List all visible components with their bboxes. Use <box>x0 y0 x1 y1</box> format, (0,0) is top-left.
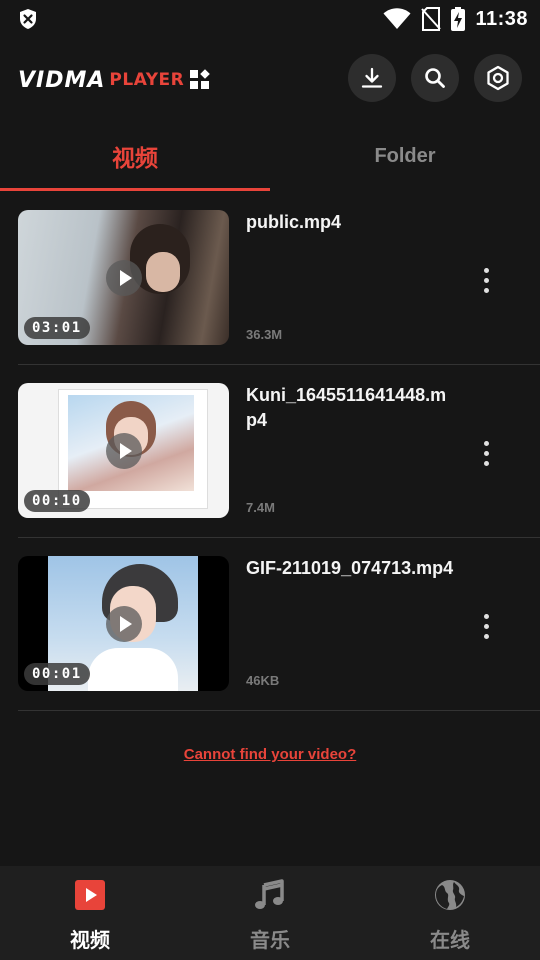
more-vert-icon <box>483 440 489 446</box>
video-thumbnail[interactable]: 00:01 <box>18 556 229 691</box>
video-item[interactable]: 00:01 GIF-211019_074713.mp4 46KB <box>0 538 540 711</box>
globe-icon <box>435 880 465 910</box>
status-bar: 11:38 <box>0 0 540 36</box>
video-thumbnail[interactable]: 03:01 <box>18 210 229 345</box>
app-logo: VIDMA PLAYER <box>18 66 211 94</box>
no-sim-icon <box>421 7 442 31</box>
download-icon <box>361 67 383 88</box>
play-icon <box>105 259 142 296</box>
video-title: Kuni_1645511641448.mp4 <box>246 385 447 430</box>
wifi-icon <box>383 8 411 29</box>
more-options-button[interactable] <box>470 433 502 473</box>
tab-bar: 视频 Folder <box>0 126 540 192</box>
search-button[interactable] <box>411 54 459 102</box>
search-icon <box>425 68 445 88</box>
video-item[interactable]: 03:01 public.mp4 36.3M <box>0 192 540 365</box>
status-time: 11:38 <box>475 7 528 30</box>
nav-item-videos[interactable]: 视频 <box>0 866 180 960</box>
video-play-icon <box>75 880 105 910</box>
cannot-find-video-link[interactable]: Cannot find your video? <box>0 746 540 763</box>
music-note-icon <box>255 879 284 909</box>
logo-sub-text: PLAYER <box>109 70 185 90</box>
download-button[interactable] <box>348 54 396 102</box>
app-bar: VIDMA PLAYER <box>0 50 540 110</box>
bottom-nav: 视频 音乐 在线 <box>0 866 540 960</box>
nav-item-online[interactable]: 在线 <box>360 866 540 960</box>
nav-item-music[interactable]: 音乐 <box>180 866 360 960</box>
more-options-button[interactable] <box>470 606 502 646</box>
nav-label-online: 在线 <box>430 930 470 952</box>
video-duration: 00:10 <box>24 490 90 512</box>
more-options-button[interactable] <box>470 260 502 300</box>
play-icon <box>105 432 142 469</box>
video-duration: 00:01 <box>24 663 90 685</box>
divider <box>18 710 540 711</box>
video-thumbnail[interactable]: 00:10 <box>18 383 229 518</box>
video-duration: 03:01 <box>24 317 90 339</box>
video-size: 36.3M <box>246 327 283 342</box>
logo-grid-icon <box>190 69 211 90</box>
nav-label-videos: 视频 <box>70 930 110 952</box>
more-vert-icon <box>483 613 489 619</box>
video-title: public.mp4 <box>246 212 342 232</box>
battery-charging-icon <box>451 7 466 31</box>
tab-folder[interactable]: Folder <box>270 126 540 186</box>
play-icon <box>105 605 142 642</box>
shield-x-icon <box>20 9 36 29</box>
tab-indicator <box>0 188 270 191</box>
settings-button[interactable] <box>474 54 522 102</box>
video-size: 46KB <box>246 673 280 688</box>
settings-icon <box>487 65 509 91</box>
video-list: 03:01 public.mp4 36.3M 00:10 Kuni_164551… <box>0 192 540 711</box>
video-size: 7.4M <box>246 500 275 515</box>
tab-videos[interactable]: 视频 <box>0 126 270 186</box>
more-vert-icon <box>483 267 489 273</box>
video-item[interactable]: 00:10 Kuni_1645511641448.mp4 7.4M <box>0 365 540 538</box>
video-title: GIF-211019_074713.mp4 <box>246 558 454 578</box>
logo-main-text: VIDMA <box>18 67 106 93</box>
nav-label-music: 音乐 <box>250 930 290 952</box>
